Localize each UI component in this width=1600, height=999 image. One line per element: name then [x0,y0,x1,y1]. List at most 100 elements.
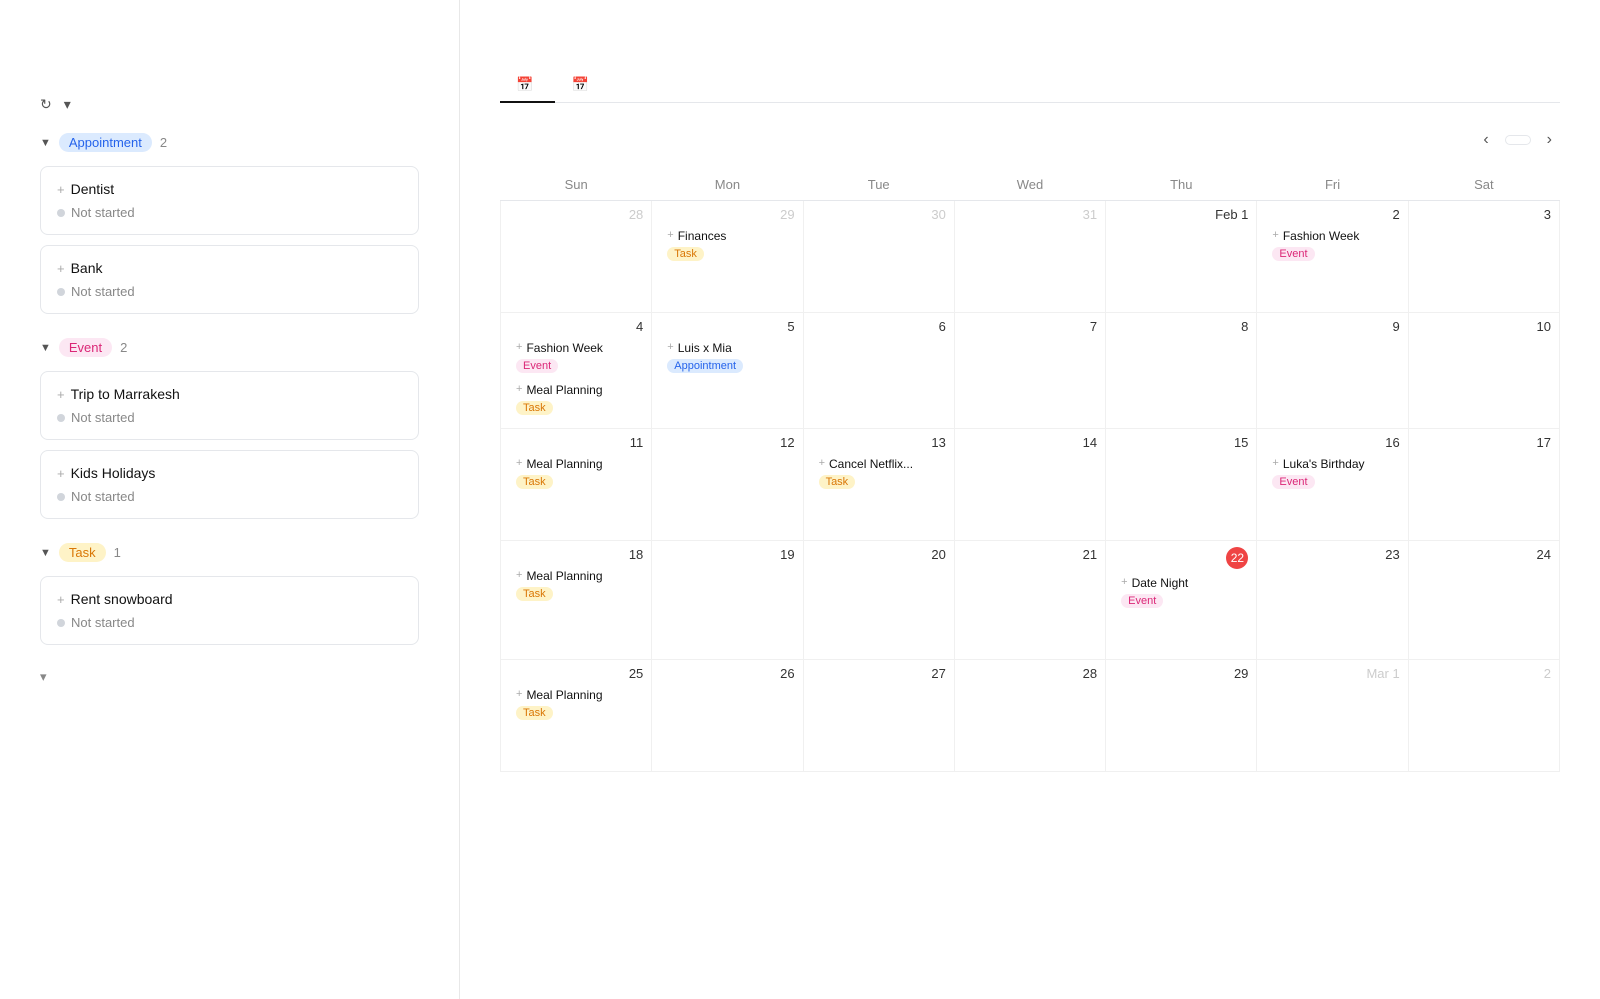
calendar-cell[interactable]: 25 + Meal Planning Task [501,660,652,772]
event-name: Finances [678,229,727,243]
calendar-cell[interactable]: 7 [954,313,1105,429]
task-title: Trip to Marrakesh [71,386,180,402]
calendar-cell[interactable]: 27 [803,660,954,772]
group-header-event[interactable]: ▼ Event 2 [40,338,419,357]
calendar-cell[interactable]: 20 [803,541,954,660]
event-title: + Luka's Birthday [1272,457,1392,471]
calendar-cell[interactable]: 6 [803,313,954,429]
prev-month-button[interactable]: ‹ [1475,127,1496,153]
group-section-event: ▼ Event 2 + Trip to Marrakesh Not starte… [40,338,419,519]
calendar-cell[interactable]: 13 + Cancel Netflix... Task [803,429,954,541]
calendar-cell[interactable]: 17 [1408,429,1559,541]
calendar-cell[interactable]: 8 [1106,313,1257,429]
schedule-header[interactable]: ↻ ▾ [40,96,419,113]
cell-content: + Luka's Birthday Event [1265,454,1399,534]
calendar-event[interactable]: + Meal Planning Task [509,685,643,723]
calendar-cell[interactable]: 19 [652,541,803,660]
cell-content [812,685,946,765]
calendar-cell[interactable]: 10 [1408,313,1559,429]
calendar-cell[interactable]: 9 [1257,313,1408,429]
calendar-event[interactable]: + Meal Planning Task [509,566,643,604]
cell-content [1114,685,1248,765]
next-month-button[interactable]: › [1539,127,1560,153]
cell-content [963,226,1097,306]
plus-icon: + [1272,457,1278,469]
calendar-cell[interactable]: 28 [954,660,1105,772]
calendar-cell[interactable]: 26 [652,660,803,772]
calendar-event[interactable]: + Luka's Birthday Event [1265,454,1399,492]
group-count: 2 [120,340,127,355]
calendar-cell[interactable]: 18 + Meal Planning Task [501,541,652,660]
cell-content [1265,338,1399,418]
day-header-sun: Sun [501,169,652,201]
calendar-cell[interactable]: 29 [1106,660,1257,772]
calendar-cell[interactable]: 21 [954,541,1105,660]
day-number: 12 [660,435,794,450]
calendar-cell[interactable]: Feb 1 [1106,201,1257,313]
event-title: + Meal Planning [516,383,636,397]
today-button[interactable] [1505,135,1531,145]
plus-icon: + [57,261,65,276]
day-number: 24 [1417,547,1551,562]
calendar-cell[interactable]: 30 [803,201,954,313]
cell-content: + Date Night Event [1114,573,1248,653]
today-number: 22 [1226,547,1248,569]
group-header-appointment[interactable]: ▼ Appointment 2 [40,133,419,152]
day-header-fri: Fri [1257,169,1408,201]
calendar-cell[interactable]: 22 + Date Night Event [1106,541,1257,660]
day-number: 29 [1114,666,1248,681]
calendar-cell[interactable]: 2 + Fashion Week Event [1257,201,1408,313]
calendar-event[interactable]: + Date Night Event [1114,573,1248,611]
task-card-title: + Kids Holidays [57,465,402,481]
calendar-event[interactable]: + Meal Planning Task [509,454,643,492]
event-tag: Task [667,247,704,261]
calendar-cell[interactable]: 5 + Luis x Mia Appointment [652,313,803,429]
event-name: Cancel Netflix... [829,457,913,471]
calendar-cell[interactable]: 28 [501,201,652,313]
tab-this-month[interactable]: 📅 [500,68,555,103]
status-dot [57,288,65,296]
calendar-cell[interactable]: 15 [1106,429,1257,541]
calendar-cell[interactable]: 31 [954,201,1105,313]
task-card: + Kids Holidays Not started [40,450,419,519]
calendar-event[interactable]: + Finances Task [660,226,794,264]
event-tag: Task [516,475,553,489]
calendar-cell[interactable]: 2 [1408,660,1559,772]
calendar-cell[interactable]: 3 [1408,201,1559,313]
task-title: Bank [71,260,103,276]
calendar-cell[interactable]: 24 [1408,541,1559,660]
calendar-week-icon: 📅 [571,76,588,93]
chevron-down-icon: ▾ [64,96,71,113]
cell-content [812,338,946,418]
plus-icon: + [667,229,673,241]
task-card: + Bank Not started [40,245,419,314]
calendar-event[interactable]: + Fashion Week Event [1265,226,1399,264]
event-title: + Fashion Week [516,341,636,355]
calendar-cell[interactable]: 14 [954,429,1105,541]
cell-content: + Finances Task [660,226,794,306]
calendar-cell[interactable]: 29 + Finances Task [652,201,803,313]
calendar-event[interactable]: + Fashion Week Event [509,338,643,376]
event-title: + Date Night [1121,576,1241,590]
calendar-event[interactable]: + Meal Planning Task [509,380,643,418]
calendar-cell[interactable]: 16 + Luka's Birthday Event [1257,429,1408,541]
calendar-icon: 📅 [516,76,533,93]
calendar-cell[interactable]: 12 [652,429,803,541]
event-title: + Cancel Netflix... [819,457,939,471]
tab-this-week[interactable]: 📅 [555,68,610,103]
calendar-week-row: 4 + Fashion Week Event + Meal Planning T… [501,313,1560,429]
group-header-task[interactable]: ▼ Task 1 [40,543,419,562]
calendar-cell[interactable]: 4 + Fashion Week Event + Meal Planning T… [501,313,652,429]
day-number: Mar 1 [1265,666,1399,681]
cell-content [963,685,1097,765]
calendar-event[interactable]: + Luis x Mia Appointment [660,338,794,376]
calendar-cell[interactable]: 23 [1257,541,1408,660]
group-badge: Event [59,338,112,357]
event-tag: Event [516,359,558,373]
day-number: 6 [812,319,946,334]
calendar-cell[interactable]: 11 + Meal Planning Task [501,429,652,541]
event-title: + Luis x Mia [667,341,787,355]
hidden-group[interactable]: ▾ [40,669,419,685]
calendar-event[interactable]: + Cancel Netflix... Task [812,454,946,492]
calendar-cell[interactable]: Mar 1 [1257,660,1408,772]
